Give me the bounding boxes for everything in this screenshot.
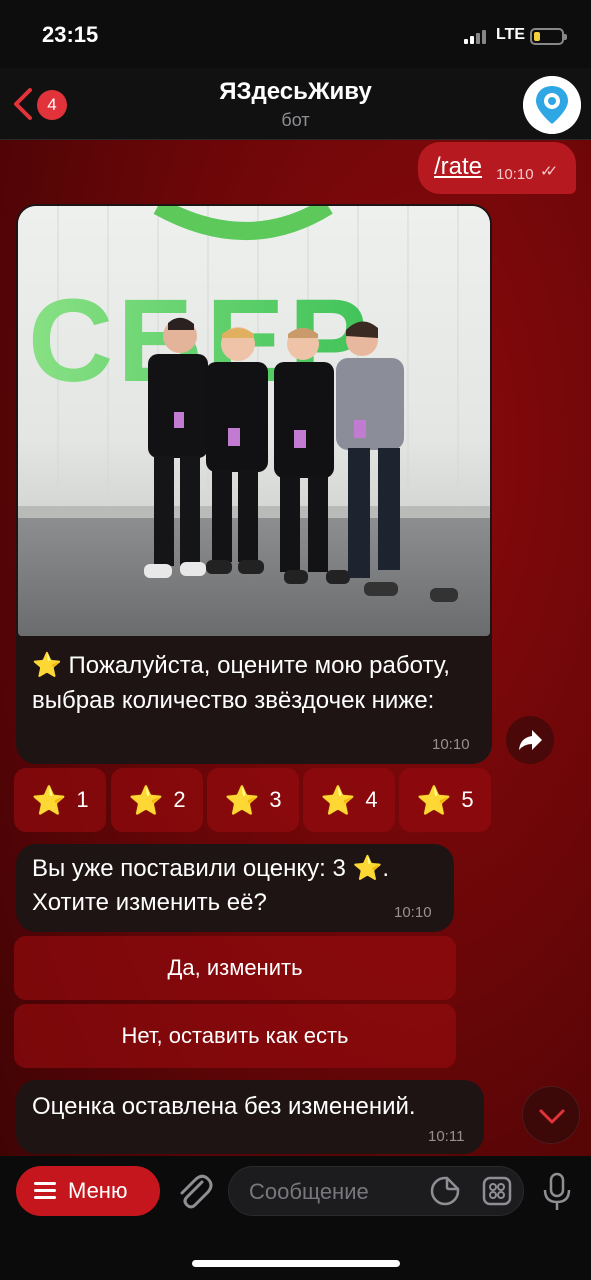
chevron-down-icon — [539, 1109, 565, 1124]
microphone-icon — [543, 1172, 571, 1210]
menu-label: Меню — [68, 1178, 128, 1203]
signal-icon — [464, 30, 492, 44]
no-keep-button[interactable]: Нет, оставить как есть — [14, 1004, 456, 1068]
network-type: LTE — [496, 26, 526, 43]
star-icon: ⭐ — [31, 784, 67, 816]
incoming-message: Оценка оставлена без изменений. 10:11 — [16, 1080, 484, 1154]
message-time: 10:10 — [394, 904, 432, 921]
bot-avatar[interactable] — [523, 76, 581, 134]
rate-label: 5 — [461, 787, 474, 812]
rate-4-button[interactable]: ⭐ 4 — [303, 768, 395, 832]
input-bar: Меню Сообщение — [0, 1156, 591, 1280]
message-time: 10:10 — [432, 736, 470, 753]
rate-2-button[interactable]: ⭐ 2 — [111, 768, 203, 832]
message-text: Оценка оставлена без изменений. — [32, 1093, 416, 1120]
rate-label: 4 — [365, 787, 378, 812]
menu-icon — [34, 1182, 56, 1200]
incoming-message: Вы уже поставили оценку: 3 ⭐. Хотите изм… — [16, 844, 454, 932]
rate-label: 3 — [269, 787, 282, 812]
scroll-down-button[interactable] — [522, 1086, 580, 1144]
chat-title[interactable]: ЯЗдесьЖиву — [0, 78, 591, 106]
status-time: 23:15 — [42, 22, 99, 47]
message-time: 10:10 — [496, 166, 534, 183]
message-text-line2: Хотите изменить её? — [32, 889, 267, 916]
rate-3-button[interactable]: ⭐ 3 — [207, 768, 299, 832]
rating-keyboard: ⭐ 1 ⭐ 2 ⭐ 3 ⭐ 4 ⭐ 5 — [14, 768, 492, 832]
star-icon: ⭐ — [416, 784, 452, 816]
attach-button[interactable] — [174, 1170, 214, 1214]
team-photo[interactable]: СБЕР — [18, 206, 490, 636]
read-checks-icon: ✓✓ — [540, 163, 558, 180]
home-indicator — [192, 1260, 400, 1267]
status-bar: 23:15 LTE — [0, 0, 591, 68]
battery-icon — [530, 28, 567, 45]
rate-label: 1 — [76, 787, 89, 812]
map-pin-icon — [523, 76, 581, 134]
bot-menu-button[interactable]: Меню — [16, 1166, 160, 1216]
sticker-icon[interactable] — [429, 1175, 461, 1207]
photo-illustration: СБЕР — [18, 206, 490, 636]
share-arrow-icon — [519, 730, 542, 750]
rate-label: 2 — [173, 787, 186, 812]
chat-header: 4 ЯЗдесьЖиву бот — [0, 68, 591, 140]
voice-record-button[interactable] — [538, 1170, 576, 1214]
photo-caption: ⭐ Пожалуйста, оцените мою работу, выбрав… — [32, 652, 450, 714]
chat-subtitle: бот — [281, 110, 310, 130]
star-icon: ⭐ — [224, 784, 260, 816]
command-link[interactable]: /rate — [434, 153, 482, 181]
share-button[interactable] — [506, 716, 554, 764]
star-icon: ⭐ — [320, 784, 356, 816]
star-icon: ⭐ — [128, 784, 164, 816]
paperclip-icon — [180, 1174, 213, 1209]
outgoing-message: /rate 10:10 ✓✓ — [418, 142, 576, 194]
message-time: 10:11 — [428, 1128, 465, 1145]
yes-change-button[interactable]: Да, изменить — [14, 936, 456, 1000]
rate-5-button[interactable]: ⭐ 5 — [399, 768, 491, 832]
message-placeholder: Сообщение — [249, 1179, 369, 1204]
telegram-chat-screen: 23:15 LTE 4 ЯЗдесьЖиву бот /rate 10:10 ✓… — [0, 0, 591, 1280]
photo-message: СБЕР ⭐ Пожалуйста, оцените мою работу, в… — [16, 204, 492, 764]
bot-commands-icon[interactable] — [481, 1175, 513, 1207]
rate-1-button[interactable]: ⭐ 1 — [14, 768, 106, 832]
message-text-line1: Вы уже поставили оценку: 3 ⭐. — [32, 855, 390, 882]
message-input[interactable]: Сообщение — [228, 1166, 524, 1216]
